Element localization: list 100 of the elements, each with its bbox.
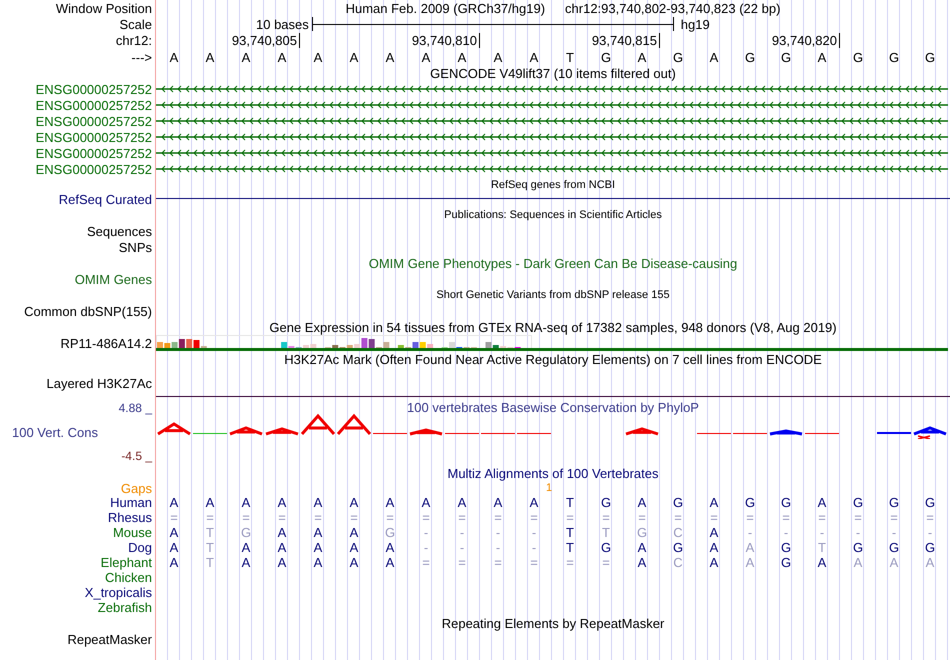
- track-title: Gene Expression in 54 tissues from GTEx RNA-seq of 17382 samples, 948 donors (V8, Aug 2019): [269, 320, 837, 334]
- alignment-base: A: [422, 496, 430, 509]
- position-range: chr12:93,740,802-93,740,823 (22 bp): [565, 2, 780, 14]
- species-label[interactable]: X_tropicalis: [84, 586, 152, 599]
- alignment-base: =: [422, 511, 430, 524]
- ruler-tick: 93,740,815: [592, 33, 660, 48]
- alignment-base: A: [386, 541, 394, 554]
- alignment-base: G: [600, 541, 612, 554]
- alignment-base: A: [638, 556, 646, 569]
- base-letter: A: [494, 50, 502, 64]
- axis-min-label: -4.5 _: [121, 450, 152, 462]
- track-label[interactable]: ENSG00000257252: [36, 162, 152, 176]
- alignment-base: A: [314, 526, 322, 539]
- alignment-base: =: [566, 556, 574, 569]
- base-letter: A: [710, 50, 718, 64]
- alignment-base: G: [240, 526, 252, 539]
- alignment-base: -: [784, 526, 788, 539]
- track-title: Multiz Alignments of 100 Vertebrates: [447, 466, 658, 480]
- alignment-base: G: [852, 496, 864, 509]
- alignment-base: -: [928, 526, 932, 539]
- alignment-base: -: [496, 526, 500, 539]
- track-label[interactable]: ENSG00000257252: [36, 130, 152, 144]
- track-label[interactable]: Layered H3K27Ac: [46, 376, 152, 390]
- alignment-base: A: [638, 541, 646, 554]
- alignment-base: A: [242, 556, 250, 569]
- track-label[interactable]: Common dbSNP(155): [24, 304, 152, 318]
- row-label[interactable]: chr12:: [116, 34, 152, 47]
- gap-count: 1: [546, 482, 552, 494]
- base-letter: G: [600, 50, 612, 64]
- base-letter: A: [242, 50, 250, 64]
- track-label[interactable]: RP11-486A14.2: [60, 336, 152, 350]
- alignment-base: A: [710, 496, 718, 509]
- species-label[interactable]: Dog: [128, 541, 152, 554]
- track-title: 100 vertebrates Basewise Conservation by PhyloP: [407, 400, 699, 414]
- row-label[interactable]: Window Position: [56, 2, 152, 14]
- assembly-label: hg19: [680, 18, 710, 30]
- alignment-base: A: [746, 556, 754, 569]
- alignment-base: T: [566, 526, 574, 539]
- track-label[interactable]: ENSG00000257252: [36, 146, 152, 160]
- alignment-base: T: [206, 541, 214, 554]
- alignment-base: =: [638, 511, 646, 524]
- alignment-base: =: [278, 511, 286, 524]
- alignment-base: A: [314, 496, 322, 509]
- species-label[interactable]: Elephant: [100, 556, 152, 569]
- track-title: H3K27Ac Mark (Often Found Near Active Regulatory Elements) on 7 cell lines from ENCODE: [284, 352, 822, 366]
- alignment-base: -: [856, 526, 860, 539]
- alignment-base: A: [170, 496, 178, 509]
- alignment-base: A: [710, 556, 718, 569]
- track-title: GENCODE V49lift37 (10 items filtered out): [430, 66, 676, 80]
- track-label[interactable]: ENSG00000257252: [36, 98, 152, 112]
- track-label[interactable]: RepeatMasker: [67, 632, 152, 646]
- alignment-base: =: [458, 511, 466, 524]
- alignment-base: A: [458, 496, 466, 509]
- track-label[interactable]: ENSG00000257252: [36, 114, 152, 128]
- alignment-base: -: [460, 541, 464, 554]
- species-label[interactable]: Chicken: [105, 571, 152, 584]
- alignment-base: =: [926, 511, 934, 524]
- alignment-base: T: [602, 526, 610, 539]
- base-letter: A: [386, 50, 394, 64]
- track-label[interactable]: OMIM Genes: [74, 272, 152, 286]
- alignment-base: =: [602, 556, 610, 569]
- alignment-base: T: [566, 541, 574, 554]
- track-title: Short Genetic Variants from dbSNP release 155: [436, 290, 670, 300]
- base-letter: A: [818, 50, 826, 64]
- row-label[interactable]: --->: [131, 50, 152, 64]
- alignment-base: A: [818, 496, 826, 509]
- species-label[interactable]: Rhesus: [108, 511, 152, 524]
- row-label[interactable]: Scale: [119, 18, 152, 30]
- track-label[interactable]: ENSG00000257252: [36, 82, 152, 96]
- alignment-base: A: [242, 541, 250, 554]
- track-label[interactable]: RefSeq Curated: [58, 192, 152, 206]
- alignment-base: A: [170, 526, 178, 539]
- alignment-base: G: [852, 541, 864, 554]
- species-label[interactable]: Mouse: [112, 526, 152, 539]
- alignment-base: G: [672, 541, 684, 554]
- alignment-base: =: [170, 511, 178, 524]
- alignment-base: =: [782, 511, 790, 524]
- alignment-base: G: [780, 556, 792, 569]
- ruler-tick: 93,740,805: [232, 33, 300, 48]
- base-letter: T: [566, 50, 574, 64]
- alignment-base: -: [748, 526, 752, 539]
- alignment-base: G: [384, 526, 396, 539]
- base-letter: A: [638, 50, 646, 64]
- alignment-base: A: [854, 556, 862, 569]
- alignment-base: -: [460, 526, 464, 539]
- track-label[interactable]: Sequences: [86, 224, 152, 238]
- species-label[interactable]: Zebrafish: [98, 601, 152, 614]
- species-label[interactable]: Human: [110, 496, 152, 509]
- track-title: OMIM Gene Phenotypes - Dark Green Can Be Disease-causing: [368, 256, 738, 270]
- track-label[interactable]: 100 Vert. Cons: [0, 426, 98, 438]
- base-letter: G: [780, 50, 792, 64]
- alignment-base: G: [780, 541, 792, 554]
- axis-max-label: 4.88 _: [118, 402, 152, 414]
- alignment-base: T: [566, 496, 574, 509]
- base-letter: A: [170, 50, 178, 64]
- base-letter: A: [278, 50, 286, 64]
- track-label[interactable]: SNPs: [118, 240, 152, 254]
- alignment-base: =: [494, 556, 502, 569]
- base-letter: A: [314, 50, 322, 64]
- alignment-base: =: [602, 511, 610, 524]
